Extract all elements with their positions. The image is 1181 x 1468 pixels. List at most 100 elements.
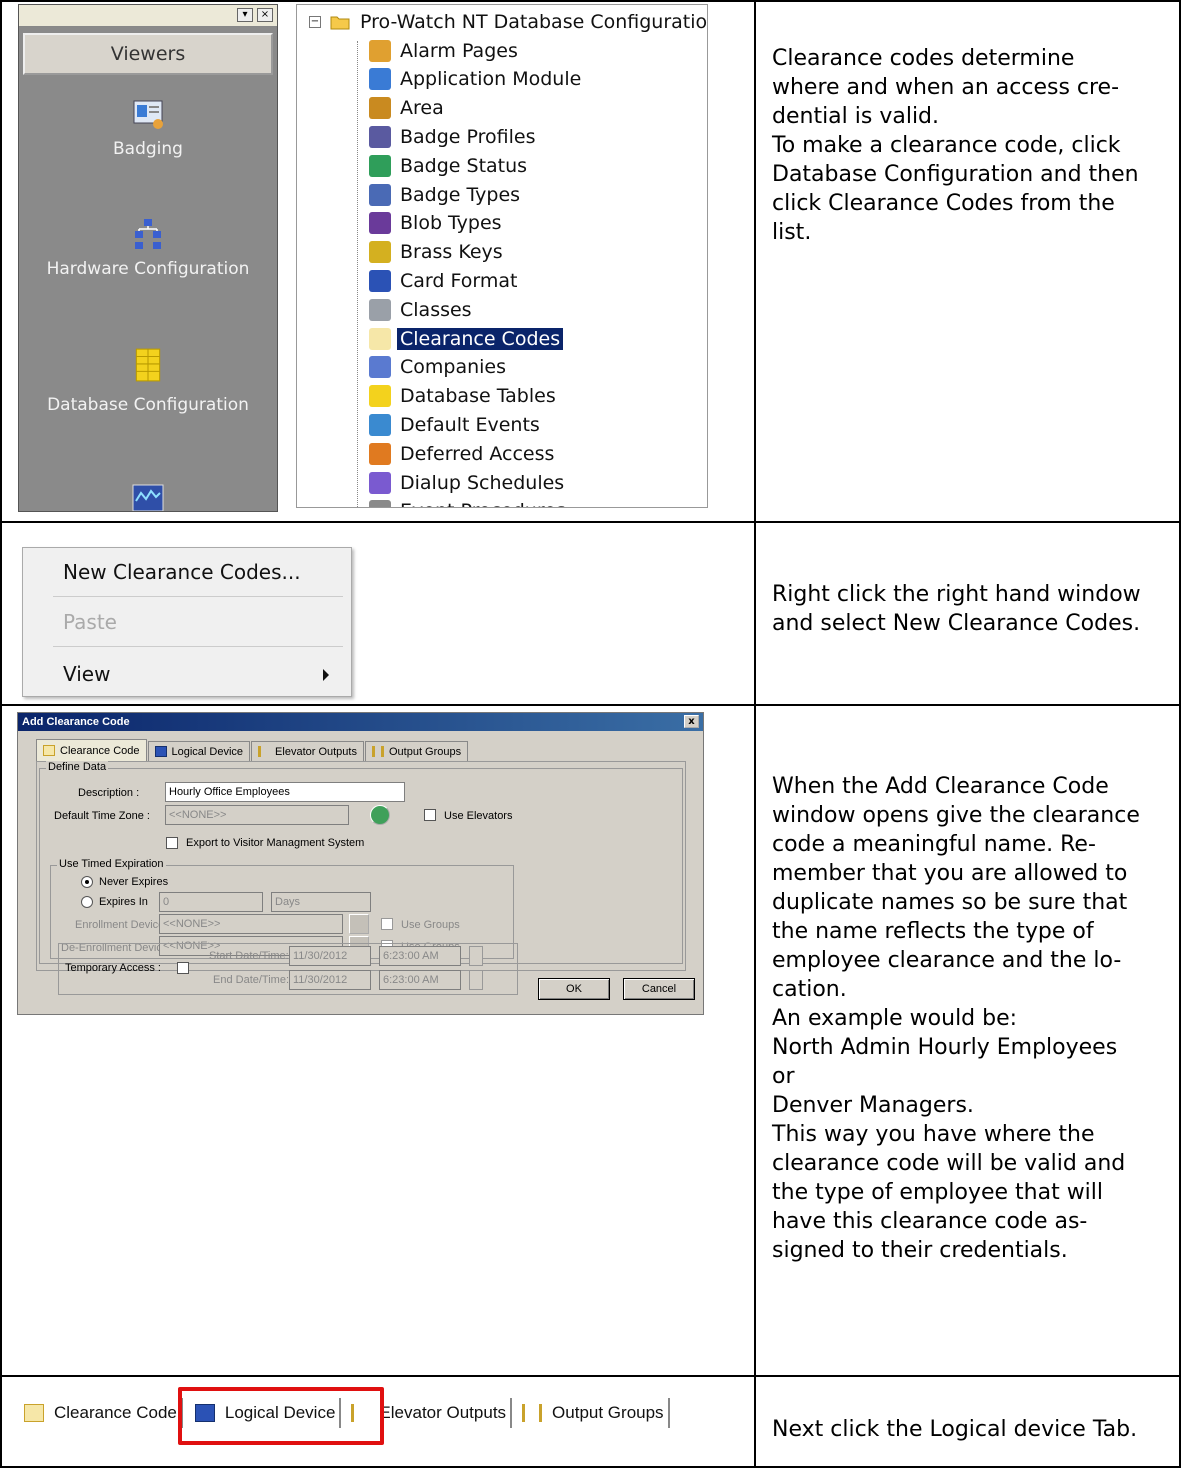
- viewers-header[interactable]: Viewers: [23, 33, 273, 75]
- close-icon[interactable]: ×: [257, 8, 273, 22]
- text-line: North Admin Hourly Employees: [772, 1035, 1118, 1060]
- text-line: To make a clearance code, click: [772, 133, 1121, 158]
- dialog-titlebar: Add Clearance Code x: [18, 713, 703, 731]
- tree-item-label: Clearance Codes: [397, 327, 564, 350]
- database-configuration-icon: [135, 348, 161, 382]
- tree-item[interactable]: Badge Profiles: [369, 122, 539, 151]
- instruction-text-1: Clearance codes determine where and when…: [772, 44, 1177, 247]
- viewer-badging[interactable]: Badging: [19, 97, 277, 159]
- tree-item-label: Brass Keys: [400, 241, 503, 264]
- expires-in-label: Expires In: [99, 896, 148, 908]
- tree-item[interactable]: Card Format: [369, 266, 520, 295]
- tab-clearance-code[interactable]: Clearance Code: [20, 1398, 183, 1428]
- enrollment-label: Enrollment Device :: [75, 919, 171, 931]
- text-line: code a meaningful name. Re-: [772, 832, 1096, 857]
- expires-value-field: 0: [159, 892, 263, 912]
- badging-icon: [133, 100, 163, 129]
- dialog-title: Add Clearance Code: [22, 716, 130, 728]
- collapse-icon[interactable]: −: [309, 15, 321, 28]
- tab-output-groups[interactable]: Output Groups: [364, 741, 469, 761]
- classes-icon: [369, 298, 391, 321]
- deferred-access-icon: [369, 442, 391, 465]
- text-line: Clearance codes determine: [772, 46, 1075, 71]
- text-line: signed to their credentials.: [772, 1238, 1068, 1263]
- enrollment-field: <<NONE>>: [159, 914, 343, 934]
- tree-item[interactable]: Brass Keys: [369, 238, 506, 267]
- expires-unit-select: Days: [271, 892, 371, 912]
- description-label: Description :: [78, 787, 140, 799]
- start-date-label: Start Date/Time:: [209, 950, 289, 962]
- instruction-text-4: Next click the Logical device Tab.: [772, 1415, 1177, 1444]
- add-clearance-code-dialog: Add Clearance Code x Clearance Code Logi…: [17, 712, 704, 1015]
- group-title: Use Timed Expiration: [57, 858, 166, 870]
- instruction-text-2: Right click the right hand window and se…: [772, 580, 1177, 638]
- globe-icon[interactable]: [370, 805, 390, 825]
- application-module-icon: [369, 68, 391, 91]
- temporary-access-label: Temporary Access :: [65, 962, 161, 974]
- viewers-panel: ▾ × Viewers Badging Hardware Configurati…: [18, 4, 278, 512]
- tree-item[interactable]: Event Procedures: [369, 497, 569, 507]
- use-groups-label: Use Groups: [401, 919, 460, 931]
- export-checkbox[interactable]: [166, 837, 178, 849]
- tree-root[interactable]: − Pro-Watch NT Database Configuratio: [309, 7, 708, 36]
- tree-item[interactable]: Clearance Codes: [369, 324, 564, 353]
- temporary-access-checkbox[interactable]: [177, 962, 189, 974]
- tab-label: Output Groups: [388, 745, 462, 758]
- highlight-box: [178, 1387, 384, 1445]
- tab-elevator-outputs[interactable]: Elevator Outputs: [251, 741, 364, 761]
- text-line: Next click the Logical device Tab.: [772, 1417, 1138, 1442]
- text-line: list.: [772, 220, 812, 245]
- tree-item[interactable]: Companies: [369, 353, 509, 382]
- use-elevators-checkbox[interactable]: [424, 809, 436, 821]
- folder-open-icon: [330, 16, 350, 29]
- tree-item[interactable]: Badge Types: [369, 180, 523, 209]
- viewer-hardware-configuration[interactable]: Hardware Configuration: [19, 217, 277, 279]
- tree-item[interactable]: Deferred Access: [369, 439, 557, 468]
- expires-in-radio[interactable]: [81, 896, 93, 908]
- ok-button[interactable]: OK: [538, 978, 610, 1000]
- menu-item-new-clearance-codes[interactable]: New Clearance Codes...: [63, 560, 301, 584]
- tree-item-label: Companies: [400, 356, 507, 379]
- tree-item[interactable]: Blob Types: [369, 209, 505, 238]
- cancel-button[interactable]: Cancel: [623, 978, 695, 1000]
- text-line: clearance code will be valid and: [772, 1151, 1126, 1176]
- tree-item[interactable]: Area: [369, 94, 447, 123]
- tree-item[interactable]: Database Tables: [369, 382, 559, 411]
- dropdown-icon[interactable]: ▾: [237, 8, 253, 22]
- tree-item-label: Deferred Access: [400, 442, 555, 465]
- clearance-codes-icon: [369, 327, 391, 350]
- tree-root-label: Pro-Watch NT Database Configuratio: [360, 10, 708, 33]
- tree-item-label: Badge Profiles: [400, 125, 536, 148]
- tab-logical-device[interactable]: Logical Device: [147, 741, 251, 761]
- tab-label: Elevator Outputs: [275, 745, 357, 758]
- tab-clearance-code[interactable]: Clearance Code: [36, 739, 147, 761]
- event-procedures-icon: [369, 500, 391, 507]
- tree-item-label: Blob Types: [400, 212, 502, 235]
- never-expires-radio[interactable]: [81, 876, 93, 888]
- description-input[interactable]: Hourly Office Employees: [165, 782, 405, 802]
- tree-item[interactable]: Dialup Schedules: [369, 468, 567, 497]
- tree-item[interactable]: Alarm Pages: [369, 36, 521, 65]
- viewer-database-configuration[interactable]: Database Configuration: [19, 343, 277, 415]
- viewer-label: Database Configuration: [47, 395, 249, 415]
- tree-item-label: Event Procedures: [397, 500, 569, 507]
- menu-item-view[interactable]: View: [63, 662, 110, 686]
- output-groups-icon: [522, 1404, 543, 1422]
- table-border-left: [0, 0, 2, 1468]
- text-line: Right click the right hand window: [772, 582, 1141, 607]
- tree-item[interactable]: Badge Status: [369, 151, 530, 180]
- start-time-field: 6:23:00 AM: [379, 946, 461, 966]
- close-icon[interactable]: x: [684, 715, 699, 728]
- tree-item[interactable]: Default Events: [369, 410, 543, 439]
- tree-item[interactable]: Application Module: [369, 65, 584, 94]
- blob-types-icon: [369, 212, 391, 235]
- viewer-label: Hardware Configuration: [46, 259, 250, 279]
- table-border-top: [0, 0, 1181, 2]
- tab-label: Logical Device: [171, 745, 244, 758]
- monitor-icon: [132, 484, 164, 511]
- tree-item-label: Area: [400, 97, 444, 120]
- tree-item[interactable]: Classes: [369, 295, 475, 324]
- column-divider: [754, 0, 756, 1468]
- tab-output-groups[interactable]: Output Groups: [512, 1398, 670, 1428]
- brass-keys-icon: [369, 241, 391, 264]
